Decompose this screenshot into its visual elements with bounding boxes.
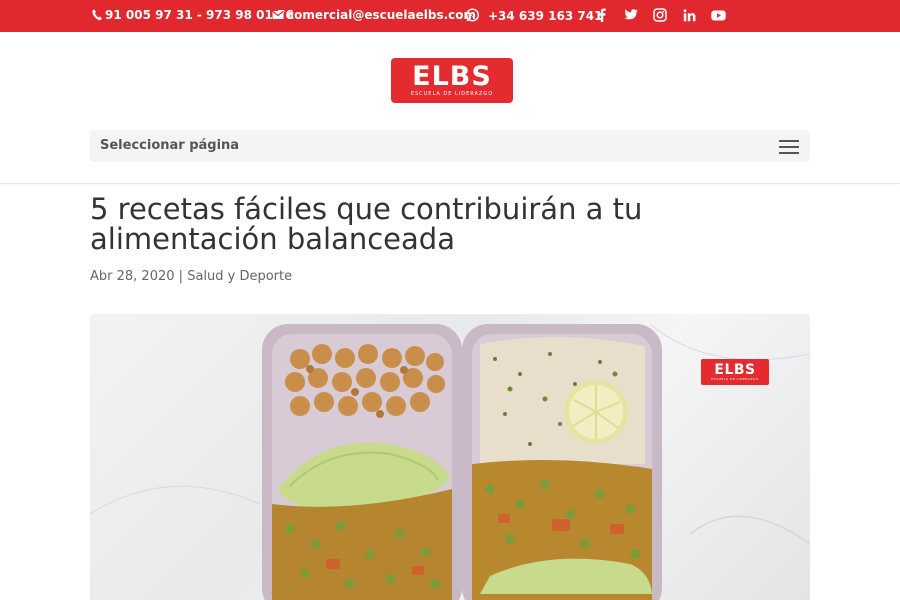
whatsapp-icon — [465, 8, 480, 23]
post-title: 5 recetas fáciles que contribuirán a tu … — [90, 192, 643, 256]
header-divider — [0, 183, 900, 184]
hero-logo-tagline: ESCUELA DE LIDERAZGO — [711, 377, 759, 381]
linkedin-icon[interactable] — [681, 7, 697, 23]
youtube-icon[interactable] — [710, 7, 726, 23]
page-select-menu[interactable]: Seleccionar página — [90, 130, 810, 162]
featured-image: ELBS ESCUELA DE LIDERAZGO — [90, 314, 810, 600]
phone-icon — [92, 9, 102, 21]
instagram-icon[interactable] — [652, 7, 668, 23]
twitter-icon[interactable] — [623, 7, 639, 23]
hamburger-menu-icon[interactable] — [779, 140, 799, 154]
post-category-link[interactable]: Salud y Deporte — [187, 269, 292, 284]
whatsapp-text: +34 639 163 741 — [488, 8, 603, 23]
site-logo[interactable]: ELBS ESCUELA DE LIDERAZGO — [391, 58, 513, 103]
phone-contact[interactable]: 91 005 97 31 - 973 98 01 76 — [92, 8, 294, 22]
hero-logo: ELBS ESCUELA DE LIDERAZGO — [701, 359, 769, 385]
whatsapp-contact[interactable]: +34 639 163 741 — [465, 8, 602, 23]
email-contact[interactable]: comercial@escuelaelbs.com — [272, 8, 476, 22]
food-containers-illustration — [90, 323, 810, 600]
envelope-icon — [272, 10, 284, 20]
top-bar: 91 005 97 31 - 973 98 01 76 comercial@es… — [0, 0, 900, 32]
page-select-label: Seleccionar página — [100, 138, 240, 153]
post-date: Abr 28, 2020 — [90, 269, 175, 284]
post-meta: Abr 28, 2020 | Salud y Deporte — [90, 269, 292, 284]
hero-logo-brand: ELBS — [714, 362, 756, 378]
email-text: comercial@escuelaelbs.com — [287, 8, 477, 22]
phone-text: 91 005 97 31 - 973 98 01 76 — [105, 8, 294, 22]
meta-separator: | — [178, 269, 184, 284]
logo-tagline: ESCUELA DE LIDERAZGO — [410, 91, 494, 97]
logo-brand: ELBS — [412, 61, 492, 92]
facebook-icon[interactable] — [594, 7, 610, 23]
